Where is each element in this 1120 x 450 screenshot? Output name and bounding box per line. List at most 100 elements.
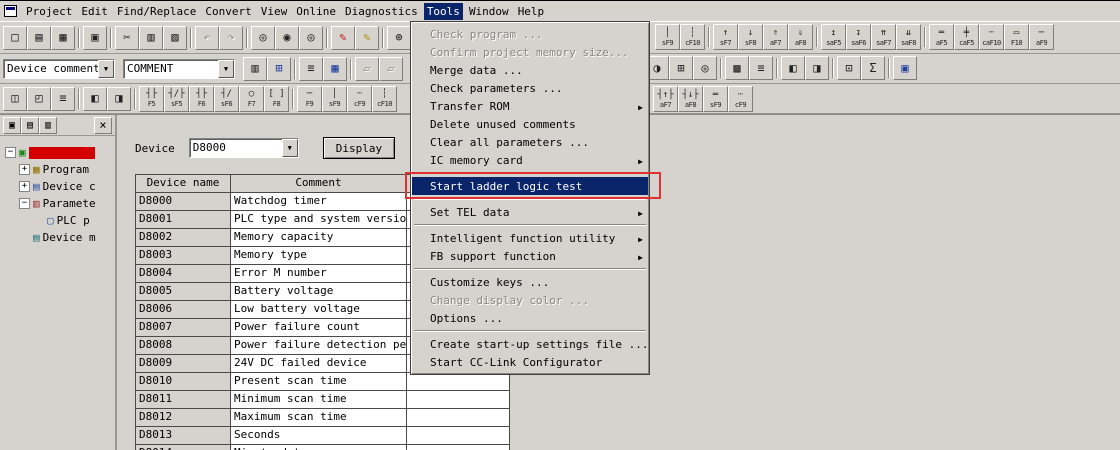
expand-icon[interactable] — [19, 164, 30, 175]
delete-line-3-button[interactable]: ┄ cF9 — [728, 86, 753, 112]
new-project-button[interactable]: □ — [3, 26, 27, 50]
zoom-in-button[interactable]: ⊕ — [387, 26, 411, 50]
paste-button[interactable]: ▧ — [163, 26, 187, 50]
menu-item-change-display-color[interactable]: Change display color ... — [412, 291, 648, 309]
statement-show-button[interactable]: ◨ — [107, 87, 131, 111]
device-search-button[interactable]: ◎ — [693, 56, 717, 80]
line-mode-button[interactable]: ▭ F10 — [1004, 24, 1029, 50]
menu-item-clear-all-parameters[interactable]: Clear all parameters ... — [412, 133, 648, 151]
display-button[interactable]: Display — [323, 137, 395, 159]
open-branch-button[interactable]: ┤├ F6 — [189, 86, 214, 112]
device-combobox[interactable]: D8000 — [189, 138, 299, 158]
comment-combobox[interactable]: COMMENT — [123, 59, 235, 79]
delete-vline-2-button[interactable]: ┆ cF10 — [372, 86, 397, 112]
comment-cell[interactable]: Maximum scan time — [231, 409, 407, 427]
application-instruction-button[interactable]: [ ] F8 — [264, 86, 289, 112]
delete-hline-button[interactable]: ┄ cF9 — [347, 86, 372, 112]
extra-cell[interactable] — [407, 445, 510, 450]
menubar-online[interactable]: Online — [293, 3, 339, 20]
child-window-icon[interactable] — [4, 5, 17, 17]
comment-cell[interactable]: Low battery voltage — [231, 301, 407, 319]
extra-cell[interactable] — [407, 391, 510, 409]
vline-3-button[interactable]: ═ sF9 — [703, 86, 728, 112]
comment-cell[interactable]: Minute data — [231, 445, 407, 450]
menu-item-options[interactable]: Options ... — [412, 309, 648, 327]
menu-item-customize-keys[interactable]: Customize keys ... — [412, 273, 648, 291]
horizontal-line-button[interactable]: ─ F9 — [297, 86, 322, 112]
menubar-view[interactable]: View — [258, 3, 291, 20]
menubar-help[interactable]: Help — [515, 3, 548, 20]
comment-cell[interactable]: Power failure count — [231, 319, 407, 337]
pulse-branch-close-button[interactable]: ↧ saF6 — [846, 24, 871, 50]
window-tile-button[interactable]: ◰ — [27, 87, 51, 111]
menubar-project[interactable]: Project — [23, 3, 75, 20]
comment-cell[interactable]: Memory type — [231, 247, 407, 265]
combobox-dropdown-icon[interactable] — [98, 60, 114, 78]
split-window-2-button[interactable]: ◨ — [805, 56, 829, 80]
falling-pulse-branch-button[interactable]: ⇓ aF8 — [788, 24, 813, 50]
menubar-tools[interactable]: Tools — [424, 3, 463, 20]
cut-button[interactable]: ✂ — [115, 26, 139, 50]
tool-button-2[interactable]: ▱ — [379, 57, 403, 81]
table-row[interactable]: D8013 Seconds — [136, 427, 510, 445]
ladder-symbol-button[interactable]: ≡ — [299, 57, 323, 81]
tree-item-device-memory[interactable]: ▤ Device m — [0, 229, 115, 246]
project-name-selected[interactable] — [29, 147, 95, 159]
ladder-monitor-button[interactable]: ▩ — [725, 56, 749, 80]
collapse-icon[interactable] — [19, 198, 30, 209]
comment-cell[interactable]: Watchdog timer — [231, 193, 407, 211]
tree-item-program[interactable]: ▦ Program — [0, 161, 115, 178]
comment-cell[interactable]: Battery voltage — [231, 283, 407, 301]
pulse-branch-rise-button[interactable]: ⇈ saF7 — [871, 24, 896, 50]
device-comment-combobox[interactable]: Device comment — [3, 59, 115, 79]
tree-item-parameter[interactable]: ▥ Paramete — [0, 195, 115, 212]
table-row[interactable]: D8010 Present scan time — [136, 373, 510, 391]
pulse-branch-fall-button[interactable]: ⇊ saF8 — [896, 24, 921, 50]
menu-item-create-startup-settings-file[interactable]: Create start-up settings file ... — [412, 335, 648, 353]
combobox-dropdown-icon[interactable] — [282, 139, 298, 157]
comment-cell[interactable]: 24V DC failed device — [231, 355, 407, 373]
comment-cell[interactable]: PLC type and system versio — [231, 211, 407, 229]
close-panel-icon[interactable] — [94, 117, 112, 134]
pulse-branch-open-button[interactable]: ↥ saF5 — [821, 24, 846, 50]
draw-hline-button[interactable]: ─ aF9 — [1029, 24, 1054, 50]
read-mode-button[interactable]: ✎ — [355, 26, 379, 50]
undo-button[interactable]: ↶ — [195, 26, 219, 50]
menubar-find-replace[interactable]: Find/Replace — [114, 3, 199, 20]
tree-item-device-comment[interactable]: ▤ Device c — [0, 178, 115, 195]
instruction-list-button[interactable]: ≡ — [51, 87, 75, 111]
pulse-close-contact-button[interactable]: ┤↓├ aF8 — [678, 86, 703, 112]
save-project-button[interactable]: ▦ — [51, 26, 75, 50]
table-row[interactable]: D8012 Maximum scan time — [136, 409, 510, 427]
menu-item-check-program[interactable]: Check program ... — [412, 25, 648, 43]
device-comment-button[interactable]: ⊞ — [267, 57, 291, 81]
menu-item-check-parameters[interactable]: Check parameters ... — [412, 79, 648, 97]
grid-view-button[interactable]: ▦ — [323, 57, 347, 81]
menubar-convert[interactable]: Convert — [202, 3, 254, 20]
print-button[interactable]: ▣ — [83, 26, 107, 50]
draw-vline-button[interactable]: │ sF9 — [655, 24, 680, 50]
entry-data-monitor-button[interactable]: ≡ — [749, 56, 773, 80]
find-button[interactable]: ◎ — [251, 26, 275, 50]
table-row[interactable]: D8011 Minimum scan time — [136, 391, 510, 409]
comment-cell[interactable]: Memory capacity — [231, 229, 407, 247]
extra-cell[interactable] — [407, 427, 510, 445]
menu-item-fb-support-function[interactable]: FB support function — [412, 247, 648, 265]
comment-cell[interactable]: Power failure detection pe — [231, 337, 407, 355]
copy-button[interactable]: ▥ — [139, 26, 163, 50]
menubar-diagnostics[interactable]: Diagnostics — [342, 3, 421, 20]
menu-item-merge-data[interactable]: Merge data ... — [412, 61, 648, 79]
redo-button[interactable]: ↷ — [219, 26, 243, 50]
tree-view-button[interactable]: ▣ — [3, 117, 21, 134]
menu-item-confirm-project-memory-size[interactable]: Confirm project memory size... — [412, 43, 648, 61]
split-window-button[interactable]: ◧ — [781, 56, 805, 80]
close-contact-button[interactable]: ┤/├ sF5 — [164, 86, 189, 112]
monitor-mode-button[interactable]: ▣ — [893, 56, 917, 80]
comment-show-button[interactable]: ◧ — [83, 87, 107, 111]
hline-branch-button[interactable]: ═ aF5 — [929, 24, 954, 50]
write-mode-button[interactable]: ✎ — [331, 26, 355, 50]
expand-icon[interactable] — [19, 181, 30, 192]
tree-sort-button[interactable]: ▤ — [21, 117, 39, 134]
combobox-dropdown-icon[interactable] — [218, 60, 234, 78]
menu-item-ic-memory-card[interactable]: IC memory card — [412, 151, 648, 169]
